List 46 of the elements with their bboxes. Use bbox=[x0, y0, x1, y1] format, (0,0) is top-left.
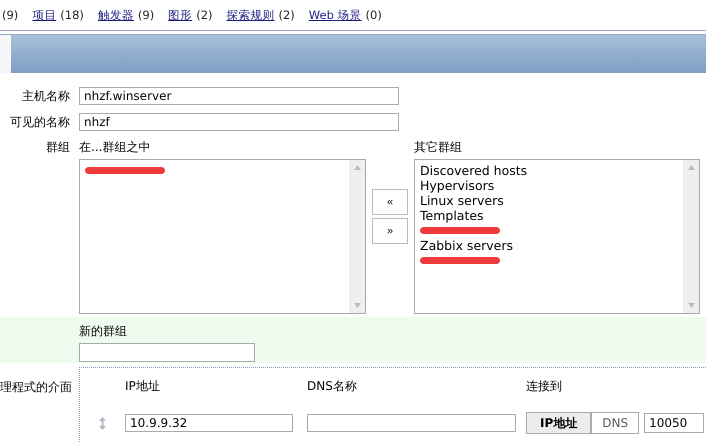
list-option[interactable]: Templates bbox=[420, 208, 484, 223]
nav-link[interactable]: 项目 bbox=[32, 8, 56, 22]
port-field[interactable]: 10050 bbox=[644, 413, 704, 433]
scroll-down-icon[interactable] bbox=[354, 303, 360, 308]
field-label: 可见的名称 bbox=[9, 114, 71, 130]
move-button[interactable]: » bbox=[372, 218, 408, 244]
host-name-field[interactable]: nhzf.winserver bbox=[79, 87, 399, 105]
column-header: DNS名称 bbox=[307, 378, 358, 395]
ip-field[interactable]: 10.9.9.32 bbox=[125, 414, 293, 432]
link-count: (2) bbox=[196, 8, 212, 22]
column-header: IP地址 bbox=[125, 378, 161, 395]
drag-handle-icon[interactable] bbox=[99, 416, 106, 430]
nav-link[interactable]: Web 场景 bbox=[308, 8, 362, 22]
nav-link[interactable]: 触发器 bbox=[98, 8, 134, 22]
field-label: 群组 bbox=[45, 139, 71, 156]
connect-toggle[interactable]: IP地址 bbox=[526, 412, 592, 434]
list-title: 在...群组之中 bbox=[79, 139, 152, 156]
list-option[interactable]: Linux servers bbox=[420, 193, 504, 208]
header-tab[interactable] bbox=[0, 35, 11, 73]
new-group-field[interactable] bbox=[79, 343, 255, 362]
field-label: 理程式的介面 bbox=[0, 379, 73, 396]
visible-name-field[interactable]: nhzf bbox=[79, 113, 399, 131]
field-label: 新的群组 bbox=[79, 323, 128, 340]
list-option[interactable]: Discovered hosts bbox=[420, 163, 528, 178]
link-count: (18) bbox=[60, 8, 84, 22]
group-listbox[interactable]: Discovered hosts Hypervisors Linux servers Templates Zabbix servers bbox=[414, 159, 700, 314]
move-button[interactable]: « bbox=[372, 189, 408, 215]
connect-toggle[interactable]: DNS bbox=[591, 412, 640, 434]
link-count: (9) bbox=[138, 8, 154, 22]
scroll-down-icon[interactable] bbox=[688, 303, 694, 308]
list-option[interactable]: Zabbix servers bbox=[420, 238, 514, 253]
scroll-up-icon[interactable] bbox=[688, 165, 694, 170]
link-count: (9) bbox=[2, 8, 18, 22]
scrollbar[interactable] bbox=[683, 160, 699, 313]
list-title: 其它群组 bbox=[414, 139, 463, 156]
field-label: 主机名称 bbox=[21, 88, 71, 104]
nav-link[interactable]: 图形 bbox=[168, 8, 192, 22]
list-option[interactable]: Hypervisors bbox=[420, 178, 494, 193]
nav-link[interactable]: 探索规则 bbox=[226, 8, 274, 22]
scrollbar[interactable] bbox=[349, 160, 365, 313]
scroll-up-icon[interactable] bbox=[354, 165, 360, 170]
dns-field[interactable] bbox=[307, 414, 516, 432]
link-count: (0) bbox=[366, 8, 382, 22]
column-header: 连接到 bbox=[526, 378, 562, 395]
group-listbox[interactable] bbox=[79, 159, 366, 314]
link-count: (2) bbox=[278, 8, 295, 22]
